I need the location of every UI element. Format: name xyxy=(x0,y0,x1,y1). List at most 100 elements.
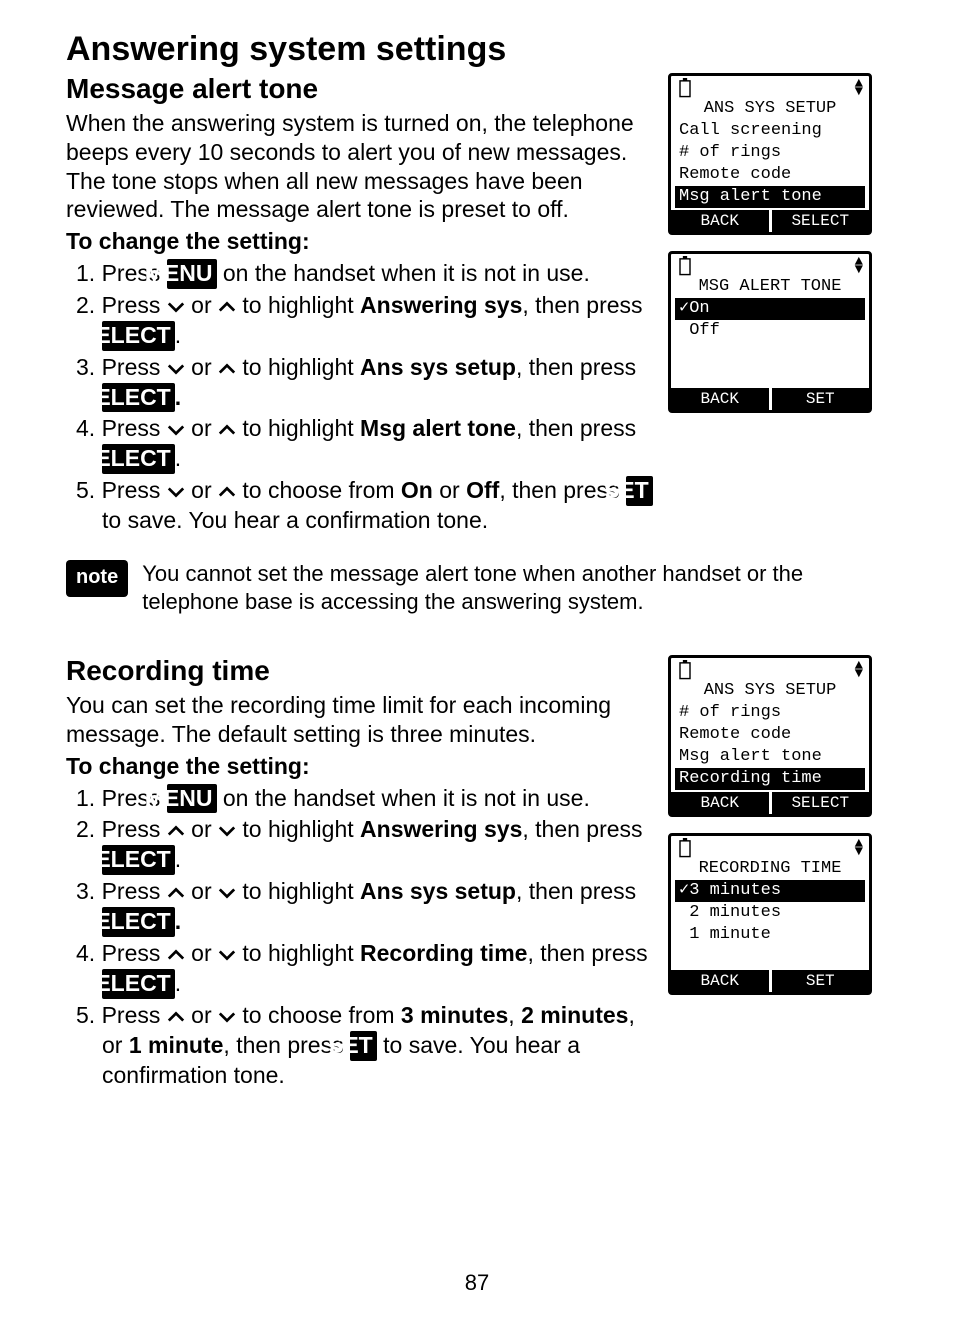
step-bold: 1 minute xyxy=(129,1032,224,1058)
lcd-line-selected: Recording time xyxy=(675,768,865,790)
lcd-line: # of rings xyxy=(675,142,865,164)
step-text: , then press xyxy=(516,415,636,441)
step-text: to save. You hear a confirmation tone. xyxy=(102,507,488,533)
step-text: to highlight xyxy=(236,354,360,380)
step: 3. Press or to highlight Ans sys setup, … xyxy=(66,877,654,937)
step-text: , xyxy=(508,1002,521,1028)
step-text: to choose from xyxy=(236,477,401,503)
step-text: , then press xyxy=(522,292,642,318)
scroll-arrows-icon: ▲▼ xyxy=(855,258,863,274)
lcd-line-selected: ✓3 minutes xyxy=(675,880,865,902)
lcd-line: Off xyxy=(675,320,865,342)
chevron-down-icon xyxy=(218,886,236,900)
step-text: to highlight xyxy=(236,940,360,966)
softkey-back: BACK xyxy=(671,210,769,232)
step-text: . xyxy=(175,322,181,348)
step-text: on the handset when it is not in use. xyxy=(217,260,590,286)
section1-steps: 1. Press MENU on the handset when it is … xyxy=(66,259,654,536)
menu-button-label: MENU xyxy=(167,784,217,814)
step: 5. Press or to choose from On or Off, th… xyxy=(66,476,654,536)
step-text: Press xyxy=(102,816,167,842)
step-bold: 2 minutes xyxy=(521,1002,628,1028)
chevron-down-icon xyxy=(218,948,236,962)
battery-icon xyxy=(677,838,693,858)
section1-intro: When the answering system is turned on, … xyxy=(66,109,654,224)
step-text: or xyxy=(185,292,218,318)
select-button-label: SELECT xyxy=(102,444,175,474)
step-text: Press xyxy=(102,940,167,966)
select-button-label: SELECT xyxy=(102,969,175,999)
step-text: to highlight xyxy=(236,816,360,842)
softkey-back: BACK xyxy=(671,388,769,410)
lcd-line: Remote code xyxy=(675,164,865,186)
chevron-down-icon xyxy=(167,423,185,437)
step-num: 4. xyxy=(76,940,95,966)
step-text: . xyxy=(175,445,181,471)
step: 5. Press or to choose from 3 minutes, 2 … xyxy=(66,1001,654,1091)
lcd-title: ANS SYS SETUP xyxy=(675,98,865,120)
step-text: or xyxy=(185,1002,218,1028)
lcd-title: ANS SYS SETUP xyxy=(675,680,865,702)
step-text: on the handset when it is not in use. xyxy=(217,785,590,811)
lcd-title: MSG ALERT TONE xyxy=(675,276,865,298)
step-text: . xyxy=(175,846,181,872)
step-bold: Answering sys xyxy=(360,816,522,842)
step: 1. Press MENU on the handset when it is … xyxy=(66,259,654,289)
battery-icon xyxy=(677,256,693,276)
set-button-label: SET xyxy=(626,476,653,506)
step: 4. Press or to highlight Recording time,… xyxy=(66,939,654,999)
menu-button-label: MENU xyxy=(167,259,217,289)
step-num: 2. xyxy=(76,292,95,318)
section1-heading: Message alert tone xyxy=(66,73,654,105)
lcd-line-selected: ✓On xyxy=(675,298,865,320)
step: 3. Press or to highlight Ans sys setup, … xyxy=(66,353,654,413)
step-num: 3. xyxy=(76,878,95,904)
softkey-back: BACK xyxy=(671,970,769,992)
step-text: or xyxy=(185,878,218,904)
step-text: Press xyxy=(102,354,167,380)
note-block: note You cannot set the message alert to… xyxy=(66,560,888,615)
step-text: . xyxy=(175,384,181,410)
lcd-screen-2: ▲▼ MSG ALERT TONE ✓On Off BACK SET xyxy=(668,251,872,413)
lcd-line xyxy=(675,342,865,364)
step-num: 4. xyxy=(76,415,95,441)
page-number: 87 xyxy=(0,1270,954,1296)
step-text: to highlight xyxy=(236,878,360,904)
lcd-line xyxy=(675,946,865,968)
step-text: to highlight xyxy=(236,292,360,318)
lcd-line-selected: Msg alert tone xyxy=(675,186,865,208)
lcd-line: 1 minute xyxy=(675,924,865,946)
softkey-select: SELECT xyxy=(769,792,870,814)
chevron-up-icon xyxy=(218,300,236,314)
chevron-up-icon xyxy=(167,948,185,962)
note-text: You cannot set the message alert tone wh… xyxy=(142,560,888,615)
lcd-title: RECORDING TIME xyxy=(675,858,865,880)
step-text: Press xyxy=(102,292,167,318)
step-text: Press xyxy=(102,477,167,503)
step: 2. Press or to highlight Answering sys, … xyxy=(66,815,654,875)
step-text: or xyxy=(185,477,218,503)
step: 4. Press or to highlight Msg alert tone,… xyxy=(66,414,654,474)
section1-subheading: To change the setting: xyxy=(66,228,654,255)
scroll-arrows-icon: ▲▼ xyxy=(855,662,863,678)
chevron-up-icon xyxy=(218,362,236,376)
lcd-line xyxy=(675,364,865,386)
scroll-arrows-icon: ▲▼ xyxy=(855,840,863,856)
step-bold: Answering sys xyxy=(360,292,522,318)
step-bold: Off xyxy=(466,477,499,503)
softkey-select: SELECT xyxy=(769,210,870,232)
softkey-back: BACK xyxy=(671,792,769,814)
step-text: , then press xyxy=(516,878,636,904)
lcd-screen-1: ▲▼ ANS SYS SETUP Call screening # of rin… xyxy=(668,73,872,235)
select-button-label: SELECT xyxy=(102,845,175,875)
step-text: , then press xyxy=(522,816,642,842)
step-bold: 3 minutes xyxy=(401,1002,508,1028)
select-button-label: SELECT xyxy=(102,383,175,413)
step-text: or xyxy=(185,354,218,380)
step-num: 5. xyxy=(76,1002,95,1028)
note-badge: note xyxy=(66,560,128,597)
section2-heading: Recording time xyxy=(66,655,654,687)
step: 1. Press MENU on the handset when it is … xyxy=(66,784,654,814)
lcd-line: Remote code xyxy=(675,724,865,746)
step-text: , then press xyxy=(516,354,636,380)
